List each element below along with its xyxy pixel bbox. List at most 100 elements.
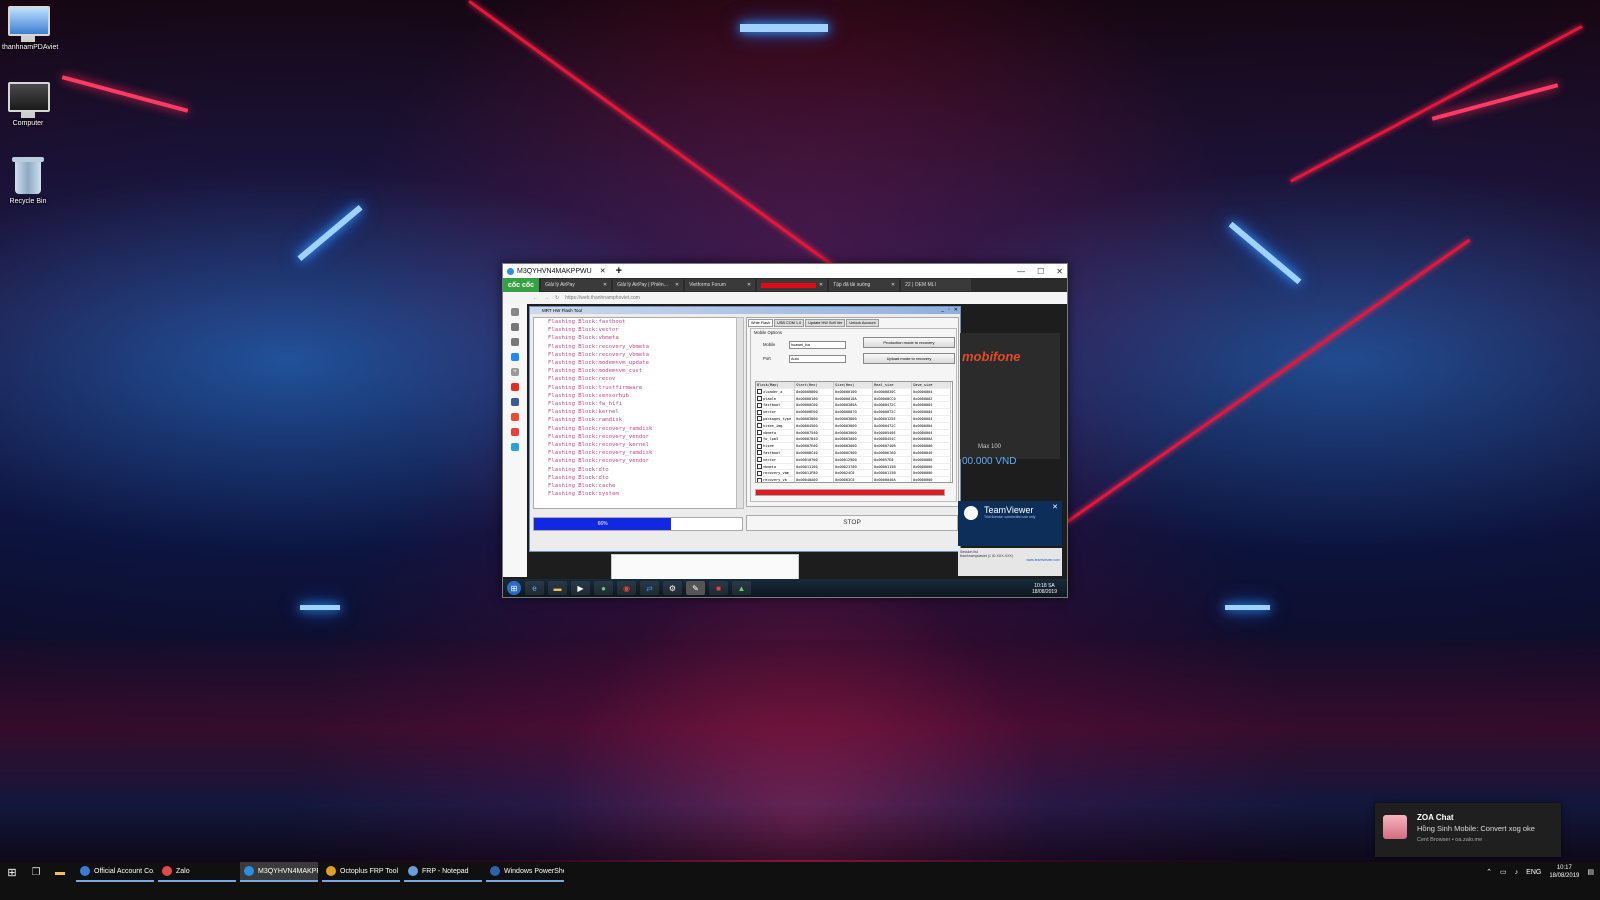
notification-center-icon[interactable]: ▤ bbox=[1587, 868, 1594, 876]
browser-tab[interactable]: Giải lý AirPay ✕ bbox=[541, 279, 612, 291]
minimize-icon[interactable]: _ bbox=[941, 307, 944, 314]
column-header[interactable]: Real_size bbox=[873, 382, 912, 389]
teamviewer-session-list[interactable]: Session list thanhnampdaviet (1 ID-XXX-X… bbox=[958, 548, 1062, 576]
browser-address-bar[interactable]: ← → ↻ https://web.thanhnamphoviet.com bbox=[503, 292, 1067, 304]
production-mode-button[interactable]: Production mode to recovery bbox=[863, 337, 955, 348]
teamviewer-panel[interactable]: TeamViewer Trial license: connection use… bbox=[958, 501, 1062, 546]
chevron-up-icon[interactable]: ⌃ bbox=[1486, 868, 1492, 876]
app-icon[interactable]: ■ bbox=[709, 581, 728, 595]
taskbar-app[interactable]: Windows PowerShell bbox=[486, 862, 564, 882]
table-row[interactable]: fastboot 0x00000C00 0x0000300A 0x0000472C 0x… bbox=[756, 402, 952, 410]
tab-write-flash[interactable]: Write Flash bbox=[748, 319, 774, 327]
tab-unlock-account[interactable]: Unlock Account bbox=[846, 319, 879, 327]
youtube-icon[interactable] bbox=[511, 383, 519, 391]
checkbox[interactable] bbox=[757, 436, 762, 442]
chrome-icon[interactable]: ◉ bbox=[617, 581, 636, 595]
taskbar-app[interactable]: Zalo bbox=[158, 862, 236, 882]
port-select[interactable]: Auto bbox=[789, 355, 846, 363]
desktop-icon-recycle-bin[interactable]: Recycle Bin bbox=[2, 157, 54, 205]
mobile-select[interactable]: huawei_fus bbox=[789, 341, 846, 349]
back-icon[interactable]: ← bbox=[533, 295, 538, 301]
messenger-icon[interactable] bbox=[511, 353, 519, 361]
network-icon[interactable]: ▭ bbox=[1500, 868, 1507, 876]
log-scrollbar[interactable] bbox=[736, 317, 744, 509]
stop-button[interactable]: STOP bbox=[746, 515, 958, 531]
flash-tool-icon[interactable]: ✎ bbox=[686, 581, 705, 595]
table-row[interactable]: vector 0x00010700 0x00012900 0x00057E0 0x000… bbox=[756, 456, 952, 464]
table-row[interactable]: fastboot 0x00008C40 0x0000C900 0x00006760 0x… bbox=[756, 449, 952, 457]
desktop-icon-user-pc[interactable]: thanhnamPDAviet bbox=[2, 6, 58, 51]
teamviewer-link[interactable]: www.teamviewer.com bbox=[960, 558, 1060, 562]
desktop-icon-computer[interactable]: Computer bbox=[2, 82, 54, 127]
volume-icon[interactable]: ♪ bbox=[1515, 869, 1519, 876]
browser-tab[interactable]: 22 | OEM MLI bbox=[901, 279, 972, 291]
windows-start-icon[interactable]: ⊞ bbox=[0, 862, 24, 882]
game-icon[interactable] bbox=[511, 428, 519, 436]
taskbar-app[interactable]: Official Account Co... bbox=[76, 862, 154, 882]
column-header[interactable]: Start(Hex) bbox=[795, 382, 834, 389]
table-row[interactable]: recovery_vbm 0x00011F80 0x00024C0 0x0000115… bbox=[756, 470, 952, 478]
table-row[interactable]: vector 0x00000E00 0x00000070 0x0000072C 0x00… bbox=[756, 409, 952, 416]
close-icon[interactable]: ✕ bbox=[1056, 267, 1063, 276]
media-icon[interactable]: ▶ bbox=[571, 581, 590, 595]
checkbox[interactable] bbox=[757, 423, 762, 429]
upload-mode-button[interactable]: Upload mode to recovery bbox=[863, 353, 955, 364]
browser-tab[interactable]: Giải lý AirPay | Phiên... ✕ bbox=[613, 279, 684, 291]
table-row[interactable]: hisee 0x00007E00 0x00003000 0x0000740B 0x000… bbox=[756, 443, 952, 450]
remote-session-window[interactable]: M3QYHVN4MAKPPWU ✕ + — ☐ ✕ cốc cốc Giải l… bbox=[502, 263, 1068, 598]
ie-icon[interactable]: e bbox=[525, 581, 544, 595]
table-row[interactable]: vbmeta 0x00007540 0x00003000 0x0000540E 0x00… bbox=[756, 429, 952, 437]
gear-icon[interactable] bbox=[511, 323, 519, 331]
clock[interactable]: 10:17 18/08/2019 bbox=[1549, 864, 1579, 880]
app-icon[interactable]: ▲ bbox=[732, 581, 751, 595]
table-row[interactable]: recovery_vb 0x00040A00 0x00003C0 0x0000040A… bbox=[756, 477, 952, 482]
table-row[interactable]: vbmeta 0x00011100 0x00023700 0x0000115B 0x00… bbox=[756, 463, 952, 471]
partition-table[interactable]: Block(Map) Start(Hex) Size(Hex) Real_siz… bbox=[755, 381, 953, 483]
browser-tab-youtube[interactable]: ✕ bbox=[757, 279, 828, 291]
tab-update-hw[interactable]: Update HW Soft Ver bbox=[805, 319, 846, 327]
mrt-flash-tool-window[interactable]: MRT HW Flash Tool _ ▫ ✕ Flashing Block:fas… bbox=[529, 306, 961, 552]
checkbox[interactable] bbox=[757, 389, 762, 395]
checkbox[interactable] bbox=[757, 470, 762, 476]
maximize-icon[interactable]: ▫ bbox=[948, 307, 950, 314]
close-icon[interactable]: ✕ bbox=[600, 267, 606, 275]
table-row[interactable]: ptable 0x00000100 0x0000010A 0x00000CC0 0x00… bbox=[756, 395, 952, 403]
remote-window-titlebar[interactable]: M3QYHVN4MAKPPWU ✕ + — ☐ ✕ bbox=[503, 264, 1067, 278]
teamviewer-icon[interactable]: ⇄ bbox=[640, 581, 659, 595]
checkbox[interactable] bbox=[757, 409, 762, 415]
forward-icon[interactable]: → bbox=[544, 295, 549, 301]
tool-icon[interactable]: ⚙ bbox=[663, 581, 682, 595]
facebook-icon[interactable] bbox=[511, 398, 519, 406]
minimize-icon[interactable]: — bbox=[1017, 267, 1025, 276]
mrt-titlebar[interactable]: MRT HW Flash Tool _ ▫ ✕ bbox=[530, 307, 960, 314]
browser-tab[interactable]: Vietforms Forum ✕ bbox=[685, 279, 756, 291]
table-row[interactable]: hisee_img 0x00004500 0x00003000 0x0000472C 0… bbox=[756, 422, 952, 430]
checkbox[interactable] bbox=[757, 464, 762, 470]
tab-usb-com[interactable]: USB COM 1.0 bbox=[774, 319, 805, 327]
column-header[interactable]: Size(Hex) bbox=[834, 382, 873, 389]
checkbox[interactable] bbox=[757, 402, 762, 408]
table-row[interactable]: xloader_a 0x00000000 0x00000100 0x0000030C 0… bbox=[756, 388, 952, 396]
windows-start-icon[interactable]: ⊞ bbox=[507, 581, 521, 595]
table-row[interactable]: fw_lpm3 0x00007840 0x00003000 0x0000454C 0x0… bbox=[756, 436, 952, 444]
checkbox[interactable] bbox=[757, 477, 762, 482]
maximize-icon[interactable]: ☐ bbox=[1037, 267, 1044, 276]
browser-tab[interactable]: Tập đã tải xuống ✕ bbox=[829, 279, 900, 291]
coccoc-brand[interactable]: cốc cốc bbox=[503, 278, 540, 292]
checkbox[interactable] bbox=[757, 450, 762, 456]
remote-desktop-view[interactable]: cốc cốc Giải lý AirPay ✕ Giải lý AirPay |… bbox=[503, 278, 1067, 597]
column-header[interactable]: Block(Map) bbox=[756, 382, 795, 389]
folder-icon[interactable]: ▬ bbox=[548, 581, 567, 595]
file-explorer-icon[interactable]: ▬ bbox=[48, 862, 72, 882]
close-icon[interactable]: ✕ bbox=[1052, 503, 1058, 511]
reload-icon[interactable]: ↻ bbox=[555, 295, 559, 301]
taskbar-app[interactable]: M3QYHVN4MAKPP... bbox=[240, 862, 318, 882]
task-view-icon[interactable]: ❐ bbox=[24, 862, 48, 882]
checkbox[interactable] bbox=[757, 396, 762, 402]
remote-session-tab[interactable]: M3QYHVN4MAKPPWU ✕ bbox=[503, 264, 610, 278]
shop-icon[interactable] bbox=[511, 413, 519, 421]
checkbox[interactable] bbox=[757, 416, 762, 422]
notification-toast[interactable]: ZOA Chat Hồng Sinh Mobile: Convert xog o… bbox=[1375, 803, 1561, 857]
column-header[interactable]: Save_size bbox=[912, 382, 951, 389]
close-icon[interactable]: ✕ bbox=[954, 307, 958, 314]
